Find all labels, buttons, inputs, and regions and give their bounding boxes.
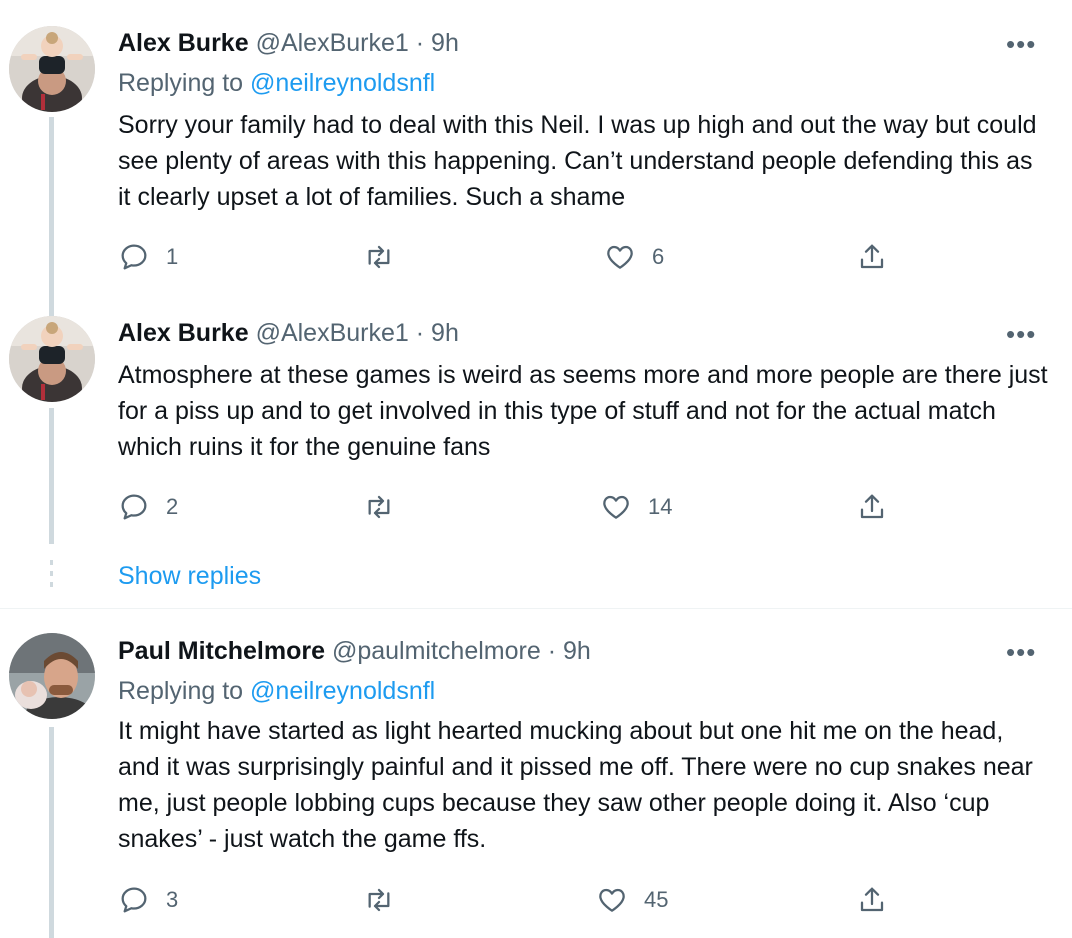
- reply-button[interactable]: 2: [118, 487, 178, 527]
- action-bar: 2 14: [118, 487, 898, 527]
- author-handle[interactable]: @AlexBurke1: [256, 319, 409, 347]
- avatar[interactable]: [9, 26, 95, 112]
- retweet-button[interactable]: [363, 237, 395, 277]
- author-name[interactable]: Alex Burke: [118, 29, 249, 57]
- avatar-photo: [9, 633, 95, 719]
- separator-dot: ·: [415, 319, 425, 347]
- retweet-icon: [368, 495, 390, 519]
- tweet-text: Atmosphere at these games is weird as se…: [118, 361, 1048, 461]
- avatar[interactable]: [9, 316, 95, 402]
- like-button[interactable]: 45: [596, 880, 668, 920]
- reply-icon: [121, 244, 147, 270]
- avatar[interactable]: [9, 633, 95, 719]
- more-icon[interactable]: •••: [1006, 639, 1036, 665]
- reply-button[interactable]: 3: [118, 880, 178, 920]
- heart-icon: [607, 245, 633, 269]
- replying-to-link[interactable]: @neilreynoldsnfl: [250, 69, 435, 97]
- share-button[interactable]: [856, 487, 888, 527]
- tweet-2[interactable]: Alex Burke @AlexBurke1 · 9h ••• Atmosphe…: [0, 300, 1072, 608]
- replying-to-link[interactable]: @neilreynoldsnfl: [250, 677, 435, 705]
- retweet-icon: [368, 245, 390, 269]
- share-icon: [860, 244, 884, 269]
- reply-icon: [121, 494, 147, 520]
- replying-to-label: Replying to: [118, 69, 251, 97]
- more-icon[interactable]: •••: [1006, 31, 1036, 57]
- action-bar: 1 6: [118, 237, 898, 277]
- replying-to: Replying to @neilreynoldsnfl: [118, 674, 435, 708]
- tweet-time[interactable]: 9h: [563, 637, 591, 665]
- tweet-time[interactable]: 9h: [431, 319, 459, 347]
- thread-line: [49, 727, 54, 938]
- reply-count: 3: [166, 887, 179, 912]
- tweet-text: It might have started as light hearted m…: [118, 717, 1033, 853]
- tweet-3[interactable]: Paul Mitchelmore @paulmitchelmore · 9h •…: [0, 609, 1072, 938]
- thread-line: [49, 117, 54, 308]
- tweet-1[interactable]: Alex Burke @AlexBurke1 · 9h ••• Replying…: [0, 0, 1072, 308]
- action-bar: 3 45: [118, 880, 898, 920]
- separator-dot: ·: [547, 637, 557, 665]
- share-button[interactable]: [856, 880, 888, 920]
- reply-button[interactable]: 1: [118, 237, 178, 277]
- avatar-photo: [9, 26, 95, 112]
- heart-icon: [603, 495, 629, 519]
- share-icon: [860, 494, 884, 519]
- retweet-button[interactable]: [363, 487, 395, 527]
- tweet-time[interactable]: 9h: [431, 29, 459, 57]
- thread-line: [49, 408, 54, 544]
- like-count: 45: [644, 887, 669, 912]
- like-count: 6: [652, 244, 665, 269]
- share-icon: [860, 887, 884, 912]
- tweet-header: Paul Mitchelmore @paulmitchelmore · 9h: [118, 634, 591, 668]
- share-button[interactable]: [856, 237, 888, 277]
- thread-ellipsis: [50, 560, 53, 593]
- tweet-text: Sorry your family had to deal with this …: [118, 111, 1037, 211]
- retweet-icon: [368, 888, 390, 912]
- replying-to: Replying to @neilreynoldsnfl: [118, 66, 435, 100]
- author-handle[interactable]: @AlexBurke1: [256, 29, 409, 57]
- author-handle[interactable]: @paulmitchelmore: [332, 637, 541, 665]
- like-count: 14: [648, 494, 673, 519]
- author-name[interactable]: Alex Burke: [118, 319, 249, 347]
- more-icon[interactable]: •••: [1006, 321, 1036, 347]
- reply-count: 2: [166, 494, 179, 519]
- tweet-header: Alex Burke @AlexBurke1 · 9h: [118, 26, 459, 60]
- author-name[interactable]: Paul Mitchelmore: [118, 637, 325, 665]
- reply-icon: [121, 887, 147, 913]
- like-button[interactable]: 6: [604, 237, 664, 277]
- heart-icon: [599, 888, 625, 912]
- avatar-photo: [9, 316, 95, 402]
- replying-to-label: Replying to: [118, 677, 251, 705]
- thread-line: [49, 300, 54, 316]
- reply-count: 1: [166, 244, 179, 269]
- show-replies-link[interactable]: Show replies: [118, 562, 261, 591]
- retweet-button[interactable]: [363, 880, 395, 920]
- separator-dot: ·: [415, 29, 425, 57]
- like-button[interactable]: 14: [600, 487, 672, 527]
- tweet-header: Alex Burke @AlexBurke1 · 9h: [118, 316, 459, 350]
